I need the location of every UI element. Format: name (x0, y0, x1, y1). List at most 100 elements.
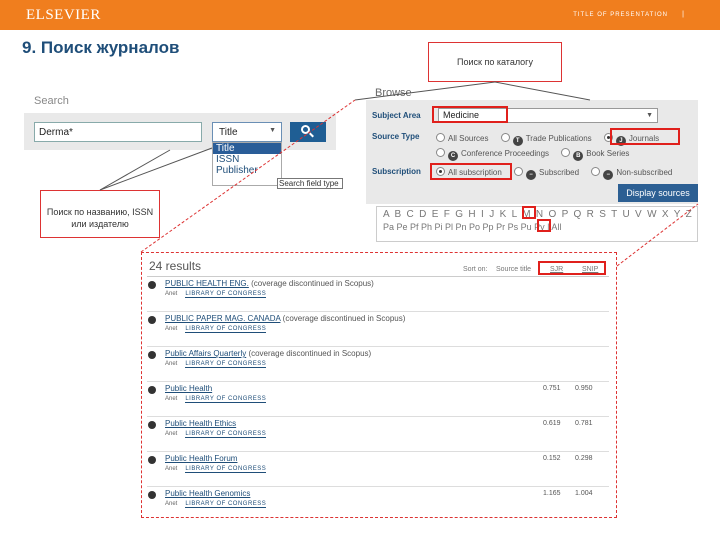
page-marker: | (682, 11, 684, 18)
result-title[interactable]: Public Health Genomics (165, 489, 250, 498)
result-sub: Anet (165, 326, 178, 332)
alphabet-sub-letters[interactable]: Pa Pe Pf Ph Pi Pl Pn Po Pp Pr Ps Pu Py |… (383, 222, 561, 232)
source-type-conference[interactable]: C Conference Proceedings (436, 148, 549, 161)
result-sjr: 0.751 (543, 385, 561, 392)
search-input[interactable] (34, 122, 202, 142)
dropdown-option-issn[interactable]: ISSN (213, 154, 281, 165)
result-title[interactable]: Public Health Ethics (165, 419, 236, 428)
connector-line (99, 147, 213, 191)
browse-panel: Subject Area Medicine ▼ Source Type All … (366, 100, 698, 204)
result-sub: Anet (165, 396, 178, 402)
callout-search-by: Поиск по названию, ISSN или издателю (40, 190, 160, 238)
highlight-letters-pu (537, 219, 551, 232)
library-link[interactable]: LIBRARY OF CONGRESS (185, 466, 267, 473)
highlight-letter-p (522, 206, 536, 219)
non-subscribed-badge-icon: − (603, 170, 614, 180)
radio-icon (561, 148, 571, 157)
search-field-select[interactable]: Title ▼ (212, 122, 282, 142)
result-snip: 0.950 (575, 385, 593, 392)
radio-icon (436, 148, 445, 157)
library-link[interactable]: LIBRARY OF CONGRESS (185, 396, 267, 403)
library-link[interactable]: LIBRARY OF CONGRESS (185, 326, 267, 333)
source-type-label: Source Type (372, 132, 420, 141)
connector-line (494, 81, 591, 101)
source-type-all[interactable]: All Sources (436, 133, 488, 143)
result-snip: 0.781 (575, 420, 593, 427)
result-sub: Anet (165, 501, 178, 507)
subscribed-badge-icon: − (526, 170, 537, 180)
result-row: Public Health Forum Anet LIBRARY OF CONGR… (147, 453, 609, 487)
results-header-divider (147, 276, 609, 277)
callout-catalog: Поиск по каталогу (428, 42, 562, 82)
display-sources-button[interactable]: Display sources (618, 184, 698, 202)
sort-sjr[interactable]: SJR (550, 266, 563, 273)
radio-icon (514, 167, 524, 176)
result-sub: Anet (165, 466, 178, 472)
result-title[interactable]: Public Health (165, 384, 212, 393)
result-row: PUBLIC PAPER MAG. CANADA (coverage disco… (147, 313, 609, 347)
result-title[interactable]: PUBLIC PAPER MAG. CANADA (165, 314, 280, 323)
book-badge-icon: B (573, 151, 584, 161)
source-type-book-series[interactable]: B Book Series (561, 148, 629, 161)
conference-badge-icon: C (448, 151, 458, 161)
result-sub: Anet (165, 361, 178, 367)
radio-icon (591, 167, 601, 176)
journal-type-icon (148, 491, 156, 499)
browse-label: Browse (375, 87, 412, 99)
highlight-subject-area (432, 106, 508, 123)
result-title[interactable]: PUBLIC HEALTH ENG. (165, 279, 249, 288)
dropdown-option-publisher[interactable]: Publisher (213, 165, 281, 176)
radio-icon (436, 133, 445, 142)
search-button[interactable] (290, 122, 326, 142)
result-title[interactable]: Public Affairs Quarterly (165, 349, 246, 358)
result-note: (coverage discontinued in Scopus) (246, 349, 372, 358)
header-bar: ELSEVIER TITLE OF PRESENTATION | (0, 0, 720, 30)
search-label: Search (34, 95, 69, 107)
result-title[interactable]: Public Health Forum (165, 454, 237, 463)
connector-line (99, 149, 171, 191)
library-link[interactable]: LIBRARY OF CONGRESS (185, 431, 267, 438)
result-row: Public Health Ethics Anet LIBRARY OF CONG… (147, 418, 609, 452)
result-sjr: 0.152 (543, 455, 561, 462)
subscription-subscribed[interactable]: − Subscribed (514, 167, 579, 180)
result-sjr: 1.165 (543, 490, 561, 497)
journal-type-icon (148, 386, 156, 394)
result-note: (coverage discontinued in Scopus) (248, 279, 374, 288)
highlight-journals (610, 128, 680, 145)
journal-type-icon (148, 351, 156, 359)
slide-title: 9. Поиск журналов (22, 38, 180, 57)
dropdown-option-title[interactable]: Title (213, 143, 281, 154)
result-row: PUBLIC HEALTH ENG. (coverage discontinue… (147, 278, 609, 312)
result-row: Public Health Genomics Anet LIBRARY OF CO… (147, 488, 609, 522)
sort-source-title[interactable]: Source title (496, 266, 531, 273)
results-count: 24 results (149, 259, 202, 273)
search-field-value: Title (219, 127, 238, 138)
elsevier-logo: ELSEVIER (26, 7, 101, 23)
presentation-title: TITLE OF PRESENTATION (573, 12, 668, 18)
result-row: Public Affairs Quarterly (coverage disco… (147, 348, 609, 382)
library-link[interactable]: LIBRARY OF CONGRESS (185, 501, 267, 508)
journal-type-icon (148, 316, 156, 324)
result-sjr: 0.619 (543, 420, 561, 427)
result-sub: Anet (165, 431, 178, 437)
search-field-hint: Search field type (277, 178, 343, 189)
result-snip: 0.298 (575, 455, 593, 462)
chevron-down-icon: ▼ (646, 112, 653, 119)
result-snip: 1.004 (575, 490, 593, 497)
subscription-label: Subscription (372, 167, 421, 176)
library-link[interactable]: LIBRARY OF CONGRESS (185, 291, 267, 298)
subscription-non-subscribed[interactable]: − Non-subscribed (591, 167, 672, 180)
highlight-subscription (430, 163, 512, 180)
journal-type-icon (148, 456, 156, 464)
library-link[interactable]: LIBRARY OF CONGRESS (185, 361, 267, 368)
radio-icon (500, 133, 510, 142)
subject-area-label: Subject Area (372, 111, 421, 120)
result-sub: Anet (165, 291, 178, 297)
journal-type-icon (148, 421, 156, 429)
result-note: (coverage discontinued in Scopus) (280, 314, 406, 323)
sort-snip[interactable]: SNIP (582, 266, 598, 273)
sort-on-label: Sort on: (463, 266, 488, 273)
chevron-down-icon: ▼ (269, 127, 276, 134)
source-type-trade[interactable]: T Trade Publications (500, 133, 592, 146)
journal-type-icon (148, 281, 156, 289)
